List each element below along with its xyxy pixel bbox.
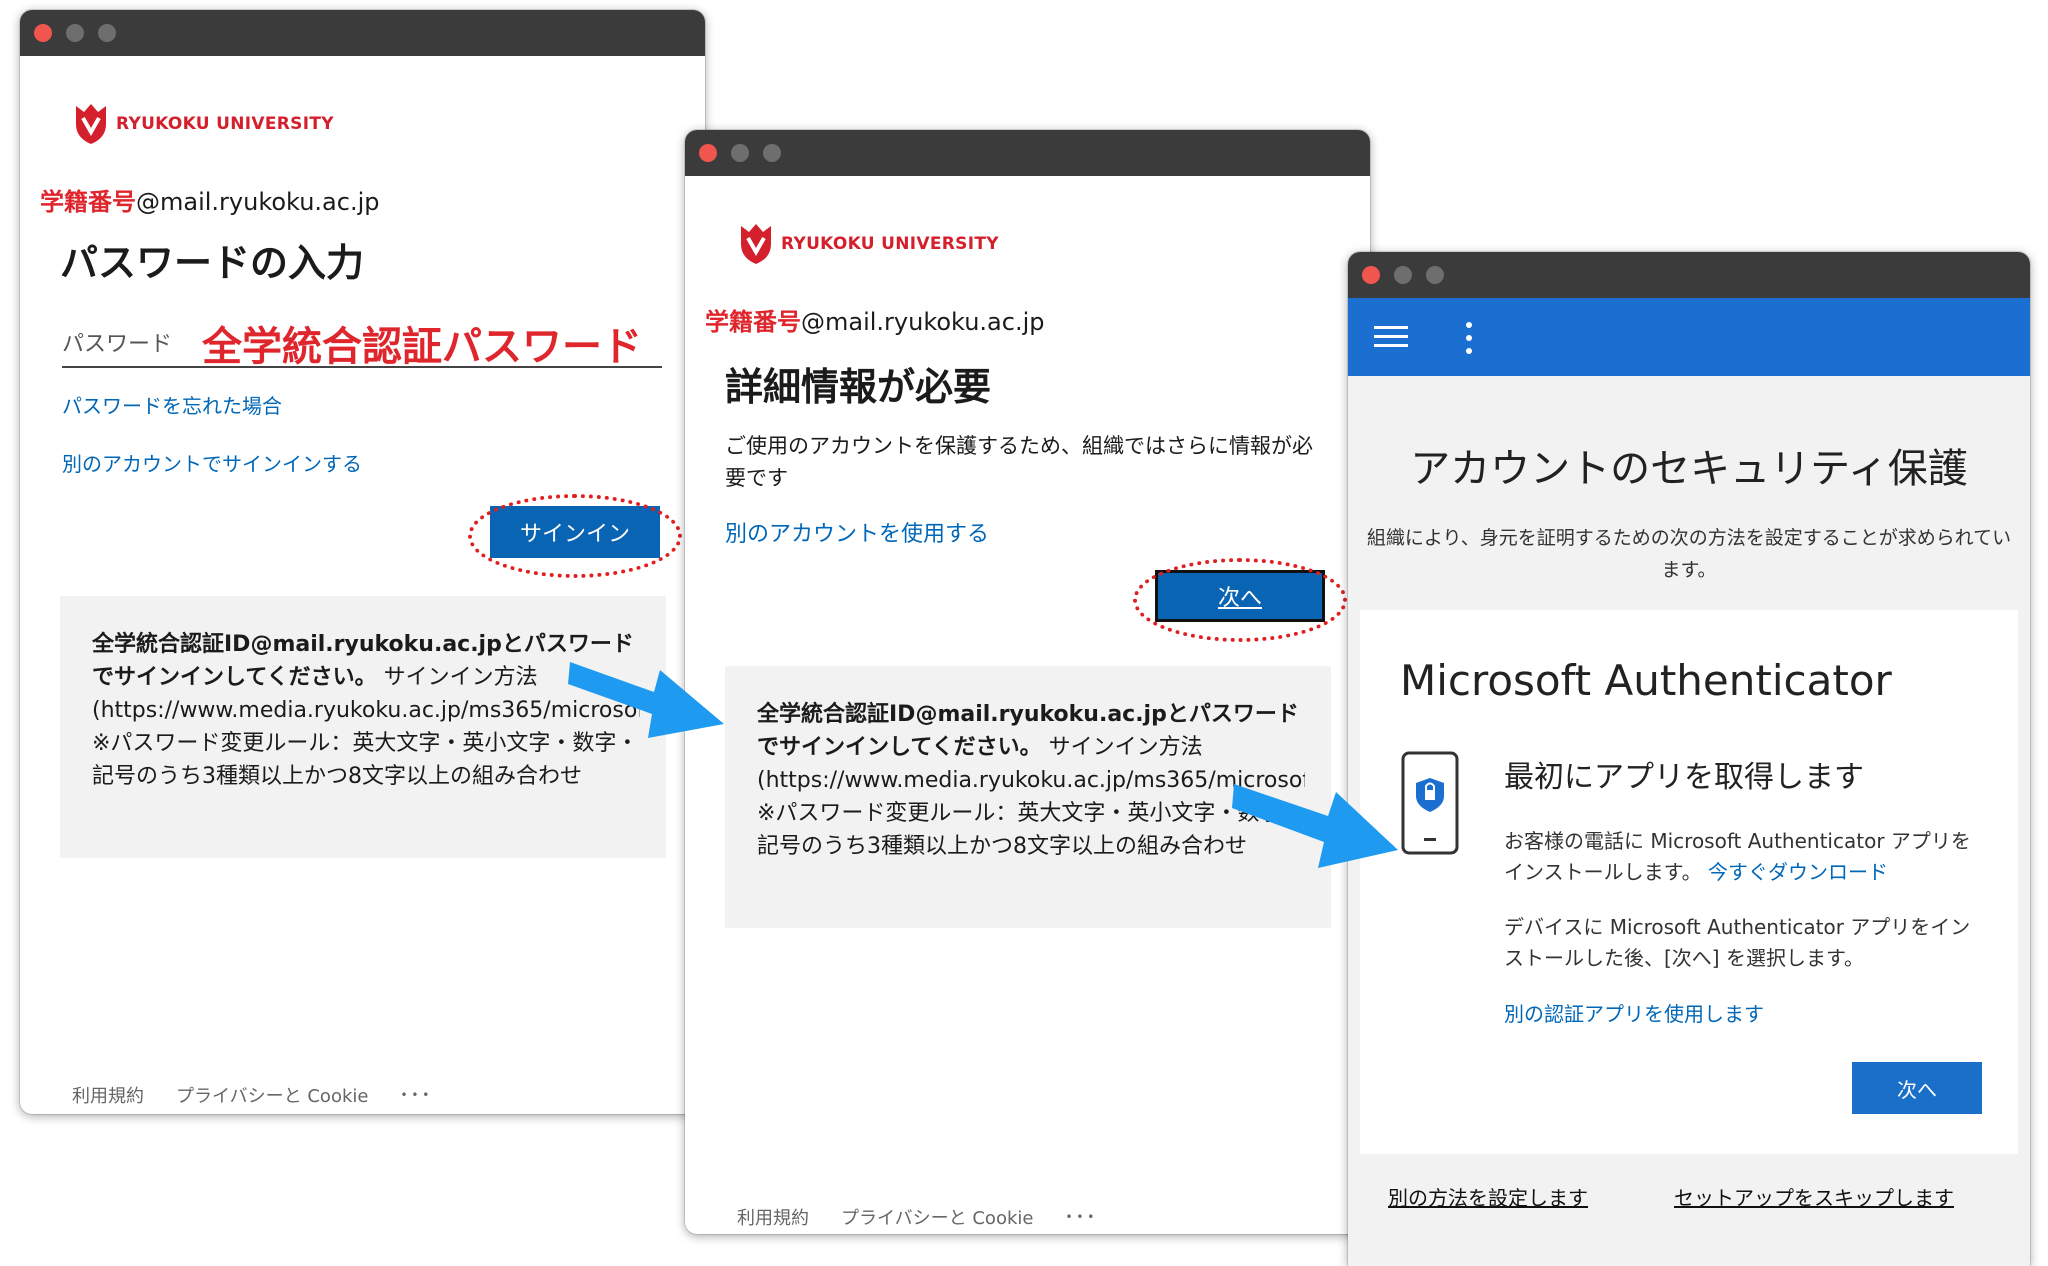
next-button[interactable]: 次へ bbox=[1852, 1062, 1982, 1114]
phone-lock-icon bbox=[1401, 751, 1459, 855]
minimize-window-button[interactable] bbox=[1394, 266, 1412, 284]
skip-setup-link[interactable]: セットアップをスキップします bbox=[1674, 1182, 1954, 1211]
download-link[interactable]: 今すぐダウンロード bbox=[1708, 860, 1888, 884]
app-header bbox=[1348, 298, 2030, 376]
terms-link[interactable]: 利用規約 bbox=[737, 1204, 809, 1230]
more-options-icon[interactable]: • • • bbox=[400, 1088, 429, 1102]
info-bold-text: 全学統合認証ID@mail.ryukoku.ac.jpとパスワードでサインインし… bbox=[92, 632, 634, 690]
minimize-window-button[interactable] bbox=[66, 24, 84, 42]
zoom-window-button[interactable] bbox=[98, 24, 116, 42]
zoom-window-button[interactable] bbox=[763, 144, 781, 162]
university-logo: RYUKOKU UNIVERSITY bbox=[739, 222, 999, 266]
footer: 利用規約 プライバシーと Cookie • • • bbox=[72, 1082, 429, 1108]
logo-text: RYUKOKU UNIVERSITY bbox=[116, 114, 334, 134]
page-title: 詳細情報が必要 bbox=[725, 365, 992, 409]
other-account-link[interactable]: 別のアカウントを使用する bbox=[725, 516, 989, 548]
email-annotation: 学籍番号 bbox=[705, 308, 801, 336]
ryukoku-shield-icon bbox=[741, 224, 771, 264]
info-text: 全学統合認証ID@mail.ryukoku.ac.jpとパスワードでサインインし… bbox=[757, 698, 1305, 908]
other-method-link[interactable]: 別の方法を設定します bbox=[1388, 1182, 1588, 1211]
logo-text: RYUKOKU UNIVERSITY bbox=[781, 234, 999, 254]
password-annotation: 全学統合認証パスワード bbox=[202, 324, 642, 370]
more-info-window: RYUKOKU UNIVERSITY 学籍番号@mail.ryukoku.ac.… bbox=[685, 130, 1370, 1234]
terms-link[interactable]: 利用規約 bbox=[72, 1082, 144, 1108]
privacy-link[interactable]: プライバシーと Cookie bbox=[841, 1204, 1033, 1230]
account-email: 学籍番号@mail.ryukoku.ac.jp bbox=[40, 182, 380, 217]
next-highlight-circle bbox=[1133, 558, 1347, 642]
ryukoku-shield-icon bbox=[76, 104, 106, 144]
title-bar bbox=[1348, 252, 2030, 298]
forgot-password-link[interactable]: パスワードを忘れた場合 bbox=[62, 390, 282, 419]
footer: 利用規約 プライバシーと Cookie • • • bbox=[737, 1204, 1094, 1230]
page-title: パスワードの入力 bbox=[60, 241, 365, 285]
after-install-text: デバイスに Microsoft Authenticator アプリをインストール… bbox=[1504, 915, 1971, 970]
description-text: ご使用のアカウントを保護するため、組織ではさらに情報が必要です bbox=[725, 434, 1313, 490]
card-title: Microsoft Authenticator bbox=[1400, 656, 1892, 705]
more-options-icon[interactable]: • • • bbox=[1065, 1210, 1094, 1224]
minimize-window-button[interactable] bbox=[731, 144, 749, 162]
password-placeholder: パスワード bbox=[62, 332, 173, 357]
title-bar bbox=[685, 130, 1370, 176]
other-authenticator-link[interactable]: 別の認証アプリを使用します bbox=[1504, 998, 1764, 1027]
page-subtitle: 組織により、身元を証明するための次の方法を設定することが求められています。 bbox=[1366, 527, 2012, 581]
info-bold-text: 全学統合認証ID@mail.ryukoku.ac.jpとパスワードでサインインし… bbox=[757, 702, 1299, 760]
close-window-button[interactable] bbox=[699, 144, 717, 162]
email-annotation: 学籍番号 bbox=[40, 188, 136, 216]
other-account-link[interactable]: 別のアカウントでサインインする bbox=[62, 448, 362, 477]
step-title: 最初にアプリを取得します bbox=[1504, 760, 1864, 795]
email-domain: @mail.ryukoku.ac.jp bbox=[801, 308, 1045, 336]
arrow-icon bbox=[568, 662, 724, 738]
close-window-button[interactable] bbox=[1362, 266, 1380, 284]
signin-highlight-circle bbox=[468, 494, 682, 578]
zoom-window-button[interactable] bbox=[1426, 266, 1444, 284]
account-email: 学籍番号@mail.ryukoku.ac.jp bbox=[705, 302, 1045, 337]
vertical-ellipsis-icon[interactable] bbox=[1464, 320, 1474, 356]
university-logo: RYUKOKU UNIVERSITY bbox=[74, 102, 334, 146]
close-window-button[interactable] bbox=[34, 24, 52, 42]
info-text: 全学統合認証ID@mail.ryukoku.ac.jpとパスワードでサインインし… bbox=[92, 628, 640, 838]
install-instructions: お客様の電話に Microsoft Authenticator アプリをインスト… bbox=[1504, 826, 1984, 888]
email-domain: @mail.ryukoku.ac.jp bbox=[136, 188, 380, 216]
arrow-icon bbox=[1232, 784, 1398, 868]
hamburger-menu-icon[interactable] bbox=[1374, 324, 1410, 350]
password-window: RYUKOKU UNIVERSITY 学籍番号@mail.ryukoku.ac.… bbox=[20, 10, 705, 1114]
privacy-link[interactable]: プライバシーと Cookie bbox=[176, 1082, 368, 1108]
password-field[interactable]: パスワード 全学統合認証パスワード bbox=[62, 306, 662, 370]
page-title: アカウントのセキュリティ保護 bbox=[1410, 446, 1968, 492]
security-window: アカウントのセキュリティ保護 組織により、身元を証明するための次の方法を設定する… bbox=[1348, 252, 2030, 1266]
title-bar bbox=[20, 10, 705, 56]
